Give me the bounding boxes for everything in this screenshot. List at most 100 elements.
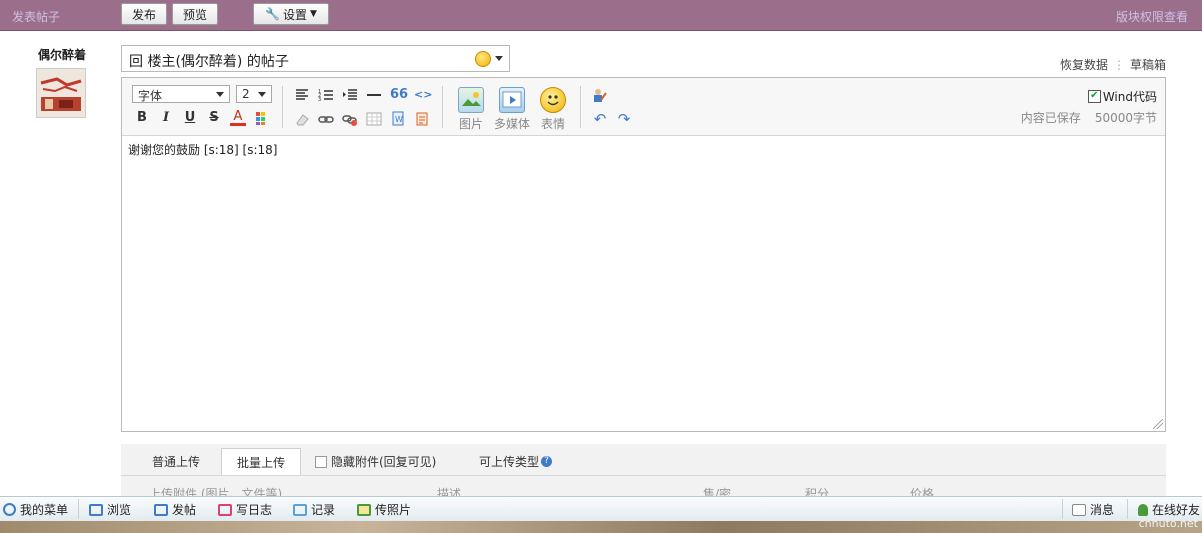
font-color-icon[interactable]: A bbox=[230, 110, 246, 126]
messages-button[interactable]: 消息 bbox=[1072, 501, 1114, 518]
font-select[interactable]: 字体 bbox=[132, 85, 230, 103]
help-icon[interactable]: ? bbox=[541, 456, 553, 467]
edit-source-icon[interactable] bbox=[592, 87, 608, 103]
username: 偶尔醉着 bbox=[38, 48, 87, 62]
watermark: cnhuto.net bbox=[1138, 517, 1198, 530]
align-icon[interactable] bbox=[294, 87, 310, 103]
strikethrough-icon[interactable]: S bbox=[206, 110, 222, 126]
settings-label: 设置 bbox=[283, 7, 308, 22]
publish-button[interactable]: 发布 bbox=[121, 3, 167, 25]
online-friends-button[interactable]: 在线好友 bbox=[1138, 501, 1200, 518]
wind-code-toggle[interactable]: ✔ Wind代码 bbox=[1087, 88, 1157, 105]
write-journal-label: 写日志 bbox=[236, 503, 273, 517]
link-icon[interactable] bbox=[318, 111, 334, 127]
wind-code-checkbox[interactable]: ✔ bbox=[1087, 90, 1101, 103]
hidden-attachment-option[interactable]: 隐藏附件(回复可见) bbox=[315, 448, 436, 475]
chevron-down-icon bbox=[216, 92, 224, 97]
browse-label: 浏览 bbox=[107, 503, 132, 517]
redo-icon[interactable]: ↷ bbox=[616, 111, 632, 127]
link-separator: ⋮ bbox=[1112, 58, 1125, 72]
subject-field[interactable]: 回 楼主(偶尔醉着) 的帖子 bbox=[121, 45, 510, 72]
background-color-icon[interactable] bbox=[254, 110, 270, 126]
toolbar-divider bbox=[442, 86, 443, 128]
my-menu-button[interactable]: 我的菜单 bbox=[3, 501, 68, 518]
size-select[interactable]: 2 bbox=[236, 85, 272, 103]
chevron-down-icon[interactable] bbox=[495, 56, 503, 61]
underline-icon[interactable]: U bbox=[182, 110, 198, 126]
table-icon[interactable] bbox=[366, 111, 382, 127]
ordered-list-icon[interactable]: 123 bbox=[318, 87, 334, 103]
image-button-label[interactable]: 图片 bbox=[459, 115, 483, 132]
restore-data-link[interactable]: 恢复数据 bbox=[1060, 58, 1108, 72]
avatar-image bbox=[37, 69, 85, 117]
toolbar-divider bbox=[580, 86, 581, 128]
svg-text:3: 3 bbox=[318, 97, 321, 103]
post-icon bbox=[154, 503, 168, 516]
upload-photo-label: 传照片 bbox=[375, 503, 412, 517]
write-journal-button[interactable]: 写日志 bbox=[218, 501, 272, 518]
paste-word-icon[interactable]: W bbox=[390, 111, 406, 127]
emoji-button-label[interactable]: 表情 bbox=[541, 115, 565, 132]
size-select-value: 2 bbox=[242, 87, 250, 101]
hidden-attachment-checkbox[interactable] bbox=[315, 455, 327, 468]
font-select-value: 字体 bbox=[138, 89, 163, 103]
quote-icon[interactable]: 66 bbox=[390, 87, 408, 103]
paste-text-icon[interactable] bbox=[414, 111, 430, 127]
preview-button[interactable]: 预览 bbox=[172, 3, 218, 25]
background-strip bbox=[0, 521, 1202, 533]
taskbar-divider bbox=[1127, 499, 1128, 519]
editor-content[interactable]: 谢谢您的鼓励 [s:18] [s:18] bbox=[128, 141, 278, 158]
media-icon[interactable] bbox=[499, 87, 525, 113]
upload-panel: 普通上传 批量上传 隐藏附件(回复可见) 可上传类型 ? 上传附件 (图片、文件… bbox=[121, 444, 1166, 504]
bottom-taskbar: 我的菜单 浏览 发帖 写日志 记录 传照片 消息 在线好友 bbox=[0, 496, 1202, 522]
mail-icon bbox=[1072, 503, 1086, 516]
taskbar-divider bbox=[1062, 499, 1063, 519]
eraser-icon[interactable] bbox=[294, 111, 310, 127]
page-title: 发表帖子 bbox=[12, 10, 61, 24]
taskbar-divider bbox=[78, 499, 79, 519]
wrench-icon: 🔧 bbox=[265, 7, 280, 21]
allowed-types[interactable]: 可上传类型 ? bbox=[479, 448, 553, 475]
records-icon bbox=[293, 503, 307, 516]
menu-icon bbox=[3, 503, 16, 516]
browse-button[interactable]: 浏览 bbox=[89, 501, 131, 518]
smiley-face-icon[interactable] bbox=[475, 51, 491, 67]
media-button-label[interactable]: 多媒体 bbox=[494, 115, 530, 132]
indent-icon[interactable] bbox=[342, 87, 358, 103]
emoji-icon[interactable] bbox=[540, 87, 566, 113]
top-bar: 发表帖子 发布 预览 🔧 设置 ▼ 版块权限查看 bbox=[0, 0, 1202, 31]
avatar[interactable] bbox=[36, 68, 86, 118]
tab-underline bbox=[121, 475, 1166, 476]
chevron-down-icon: ▼ bbox=[310, 9, 317, 19]
upload-photo-button[interactable]: 传照片 bbox=[357, 501, 411, 518]
new-post-label: 发帖 bbox=[172, 503, 197, 517]
unlink-icon[interactable] bbox=[342, 111, 358, 127]
bold-icon[interactable]: B bbox=[134, 110, 150, 126]
code-icon[interactable]: <> bbox=[414, 87, 432, 103]
draft-links: 恢复数据 ⋮ 草稿箱 bbox=[1060, 56, 1166, 73]
wind-code-label: Wind代码 bbox=[1102, 90, 1157, 104]
photo-icon bbox=[357, 503, 371, 516]
horizontal-rule-icon[interactable] bbox=[366, 87, 382, 103]
records-label: 记录 bbox=[311, 503, 336, 517]
user-icon bbox=[1138, 503, 1148, 516]
svg-text:W: W bbox=[395, 115, 403, 124]
italic-icon[interactable]: I bbox=[158, 110, 174, 126]
tab-batch-upload[interactable]: 批量上传 bbox=[221, 448, 301, 475]
drafts-link[interactable]: 草稿箱 bbox=[1130, 58, 1166, 72]
subject-input[interactable]: 回 楼主(偶尔醉着) 的帖子 bbox=[129, 51, 289, 71]
chevron-down-icon bbox=[258, 92, 266, 97]
undo-icon[interactable]: ↶ bbox=[592, 111, 608, 127]
new-post-button[interactable]: 发帖 bbox=[154, 501, 196, 518]
resize-handle[interactable] bbox=[1153, 419, 1163, 429]
image-icon[interactable] bbox=[458, 87, 484, 113]
my-menu-label: 我的菜单 bbox=[20, 503, 69, 517]
editor-toolbar: 字体 2 B I U S A 123 66 <> W 图片 多媒体 表情 ↶ ↷… bbox=[122, 78, 1165, 136]
records-button[interactable]: 记录 bbox=[293, 501, 335, 518]
allowed-types-label: 可上传类型 bbox=[479, 455, 540, 469]
hidden-attachment-label: 隐藏附件(回复可见) bbox=[331, 455, 437, 469]
editor-status: 内容已保存 50000字节 bbox=[1021, 109, 1157, 126]
settings-button[interactable]: 🔧 设置 ▼ bbox=[253, 3, 329, 25]
tab-normal-upload[interactable]: 普通上传 bbox=[137, 448, 215, 475]
permissions-link[interactable]: 版块权限查看 bbox=[1116, 8, 1188, 25]
